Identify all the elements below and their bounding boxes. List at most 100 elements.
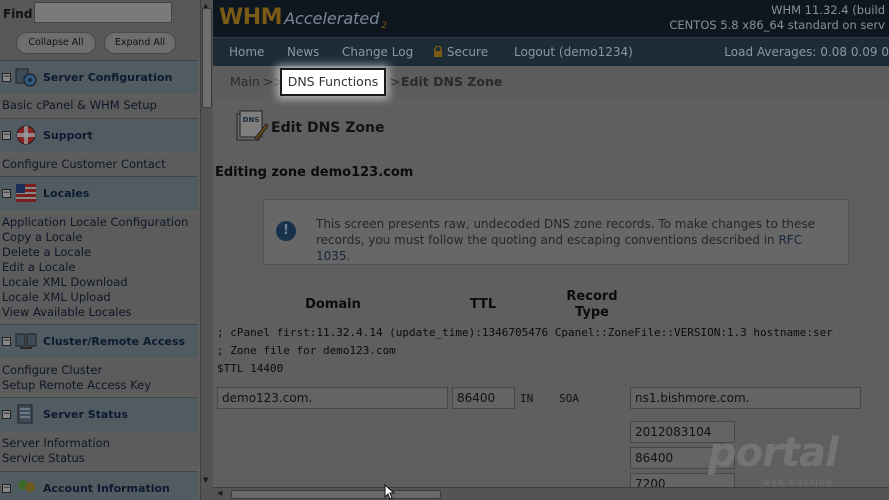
column-header-record-type: Record Type <box>566 289 618 320</box>
sidebar-link[interactable]: Basic cPanel & WHM Setup <box>0 98 198 113</box>
cluster-icon <box>15 333 37 349</box>
sidebar-link[interactable]: Locale XML Upload <box>0 290 198 305</box>
breadcrumb: Main >> DNS Functions > Edit DNS Zone <box>213 66 889 98</box>
whm-logo[interactable]: WHM Accelerated 2 <box>219 5 387 31</box>
collapse-all-button[interactable]: Collapse All <box>16 32 96 54</box>
section-server-status[interactable]: − Server Status <box>0 397 198 431</box>
find-label: Find <box>3 7 33 21</box>
scroll-down-arrow-icon[interactable]: ▼ <box>203 476 208 484</box>
find-row: Find <box>0 0 200 28</box>
sidebar-link[interactable]: Edit a Locale <box>0 260 198 275</box>
section-server-configuration[interactable]: − Server Configuration <box>0 60 198 94</box>
sidebar-link[interactable]: Configure Customer Contact <box>0 157 198 172</box>
column-header-domain: Domain <box>305 297 361 312</box>
zone-comment-header: ; cPanel first:11.32.4.14 (update_time):… <box>217 326 833 339</box>
sidebar-link[interactable]: Server Information <box>0 436 198 451</box>
page-title: Edit DNS Zone <box>271 120 385 136</box>
top-navbar: Home News Change Log Secure Logout (demo… <box>213 38 889 66</box>
main-frame: WHM Accelerated 2 WHM 11.32.4 (build CENTO… <box>213 0 889 500</box>
dns-zone-icon: DNS <box>236 110 269 141</box>
sidebar-scrollbar[interactable]: ▲ ▼ <box>200 0 213 500</box>
sidebar-link[interactable]: Service Status <box>0 451 198 466</box>
breadcrumb-main[interactable]: Main <box>230 74 260 89</box>
sidebar-frame: Find Collapse All Expand All − Server Co… <box>0 0 213 500</box>
logo-number: 2 <box>381 21 388 32</box>
top-banner: WHM Accelerated 2 WHM 11.32.4 (build CENTO… <box>213 0 889 38</box>
domain-field[interactable]: demo123.com. <box>217 387 448 409</box>
section-links: Server Information Service Status <box>0 436 198 466</box>
section-title: Cluster/Remote Access <box>43 335 185 348</box>
zone-ttl-line: $TTL 14400 <box>217 362 284 375</box>
sidebar-toolbar: Collapse All Expand All <box>0 28 200 60</box>
sidebar-link[interactable]: Delete a Locale <box>0 245 198 260</box>
section-title: Support <box>43 129 93 142</box>
nav-secure-label: Secure <box>446 45 489 59</box>
flag-icon <box>16 184 36 202</box>
section-links: Application Locale Configuration Copy a … <box>0 215 198 320</box>
notice-message: This screen presents raw, undecoded DNS … <box>316 216 836 264</box>
section-links: Configure Customer Contact <box>0 157 198 172</box>
section-account-information[interactable]: − Account Information <box>0 471 198 500</box>
portal-watermark: portal <box>708 430 839 476</box>
ttl-field[interactable]: 86400 <box>452 387 515 409</box>
zone-comment-file: ; Zone file for demo123.com <box>217 344 396 357</box>
account-icon <box>18 480 35 492</box>
load-averages: Load Averages: 0.08 0.09 0 <box>724 45 889 59</box>
version-info: WHM 11.32.4 (build CENTOS 5.8 x86_64 sta… <box>669 3 885 33</box>
logo-accelerated: Accelerated <box>284 9 380 28</box>
column-header-ttl: TTL <box>469 297 497 312</box>
version-line: WHM 11.32.4 (build <box>771 3 885 17</box>
record-class: IN <box>520 392 534 405</box>
notice-text: This screen presents raw, undecoded DNS … <box>316 217 815 247</box>
collapse-toggle-icon[interactable]: − <box>2 484 11 493</box>
section-title: Server Configuration <box>43 71 173 84</box>
section-links: Basic cPanel & WHM Setup <box>0 98 198 113</box>
watermark-subtitle: web hosting <box>763 478 834 487</box>
server-status-icon <box>17 404 33 424</box>
sidebar-link[interactable]: Copy a Locale <box>0 230 198 245</box>
os-line: CENTOS 5.8 x86_64 standard on serv <box>669 18 885 32</box>
collapse-toggle-icon[interactable]: − <box>2 73 11 82</box>
scroll-left-arrow-icon[interactable]: ◀ <box>217 489 222 497</box>
section-title: Locales <box>43 187 90 200</box>
nameserver-field[interactable]: ns1.bishmore.com. <box>630 387 861 409</box>
logo-whm: WHM <box>219 5 283 30</box>
record-type: SOA <box>559 392 579 405</box>
sidebar-link[interactable]: View Available Locales <box>0 305 198 320</box>
mouse-cursor-icon <box>384 484 396 500</box>
section-title: Account Information <box>43 482 170 495</box>
section-links: Configure Cluster Setup Remote Access Ke… <box>0 363 198 393</box>
sidebar-link[interactable]: Configure Cluster <box>0 363 198 378</box>
horizontal-scroll-thumb[interactable] <box>231 490 441 499</box>
zone-title: Editing zone demo123.com <box>215 165 414 180</box>
breadcrumb-separator: > <box>390 74 401 89</box>
breadcrumb-dns-functions[interactable]: DNS Functions <box>280 68 386 96</box>
nav-news[interactable]: News <box>287 45 319 59</box>
breadcrumb-current: Edit DNS Zone <box>401 74 503 89</box>
section-locales[interactable]: − Locales <box>0 176 198 210</box>
lifebuoy-icon <box>16 125 36 145</box>
expand-all-button[interactable]: Expand All <box>104 32 176 54</box>
nav-change-log[interactable]: Change Log <box>342 45 413 59</box>
notice-end: . <box>346 249 351 263</box>
info-icon: ! <box>276 221 296 241</box>
collapse-toggle-icon[interactable]: − <box>2 337 11 346</box>
main-horizontal-scrollbar[interactable]: ◀ <box>213 487 889 500</box>
nav-home[interactable]: Home <box>229 45 264 59</box>
section-title: Server Status <box>43 408 128 421</box>
nav-secure[interactable]: Secure <box>433 45 488 59</box>
section-cluster-remote-access[interactable]: − Cluster/Remote Access <box>0 324 198 358</box>
notice-box: ! This screen presents raw, undecoded DN… <box>263 199 849 265</box>
lock-icon <box>434 45 442 57</box>
sidebar-link[interactable]: Setup Remote Access Key <box>0 378 198 393</box>
sidebar-link[interactable]: Locale XML Download <box>0 275 198 290</box>
collapse-toggle-icon[interactable]: − <box>2 189 11 198</box>
find-input[interactable] <box>34 2 172 23</box>
server-gear-icon <box>15 68 37 87</box>
collapse-toggle-icon[interactable]: − <box>2 131 11 140</box>
sidebar-scroll-thumb[interactable] <box>202 8 212 108</box>
nav-logout[interactable]: Logout (demo1234) <box>514 45 633 59</box>
collapse-toggle-icon[interactable]: − <box>2 410 11 419</box>
section-support[interactable]: − Support <box>0 118 198 152</box>
sidebar-link[interactable]: Application Locale Configuration <box>0 215 198 230</box>
